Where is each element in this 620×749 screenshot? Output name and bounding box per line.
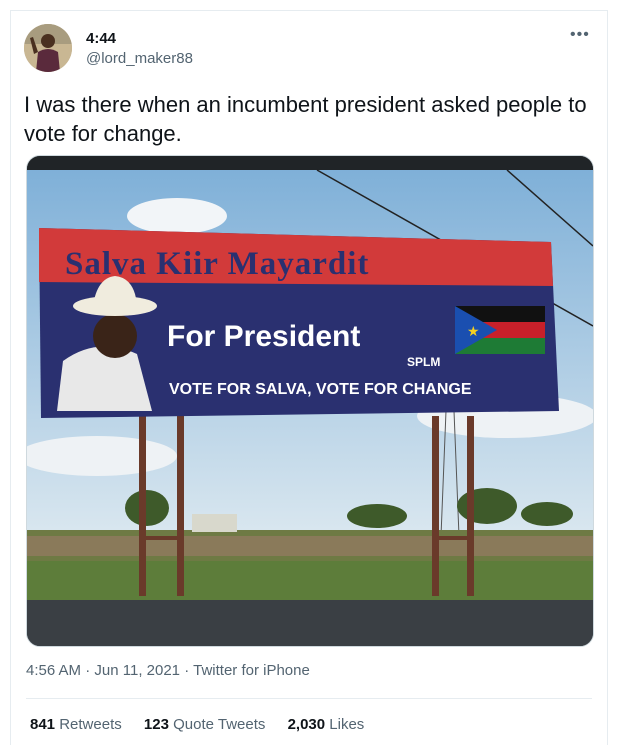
likes-stat[interactable]: 2,030 Likes xyxy=(288,716,365,733)
billboard-photo: ★ Salva Kiir Mayardit For President SPLM… xyxy=(27,156,593,646)
tweet-meta: 4:56 AM · Jun 11, 2021 · Twitter for iPh… xyxy=(26,662,310,679)
tweet-source[interactable]: Twitter for iPhone xyxy=(193,662,310,679)
quote-tweets-label: Quote Tweets xyxy=(173,716,266,733)
billboard-party: SPLM xyxy=(407,355,440,369)
tweet-date[interactable]: Jun 11, 2021 xyxy=(94,662,180,679)
divider xyxy=(26,698,592,699)
tweet-photo[interactable]: ★ Salva Kiir Mayardit For President SPLM… xyxy=(26,155,594,647)
user-handle[interactable]: @lord_maker88 xyxy=(86,50,193,67)
meta-separator: · xyxy=(184,662,190,679)
svg-text:★: ★ xyxy=(467,324,480,340)
likes-count: 2,030 xyxy=(287,716,326,733)
quote-tweets-count: 123 xyxy=(143,716,169,733)
retweets-count: 841 xyxy=(30,716,56,733)
quote-tweets-stat[interactable]: 123 Quote Tweets xyxy=(144,716,270,733)
tweet-text: I was there when an incumbent president … xyxy=(24,92,587,146)
billboard-name: Salva Kiir Mayardit xyxy=(65,246,369,282)
billboard-slogan: VOTE FOR SALVA, VOTE FOR CHANGE xyxy=(169,381,472,398)
more-dots-icon[interactable]: ••• xyxy=(570,26,590,44)
engagement-stats: 841 Retweets 123 Quote Tweets 2,030 Like… xyxy=(30,716,382,733)
retweets-label: Retweets xyxy=(59,716,122,733)
avatar[interactable] xyxy=(24,24,72,72)
display-name[interactable]: 4:44 xyxy=(86,30,116,47)
billboard-headline: For President xyxy=(167,320,360,353)
likes-label: Likes xyxy=(329,716,365,733)
tweet-time[interactable]: 4:56 AM xyxy=(26,662,81,679)
retweets-stat[interactable]: 841 Retweets xyxy=(30,716,126,733)
avatar-image xyxy=(24,24,72,72)
meta-separator: · xyxy=(85,662,91,679)
